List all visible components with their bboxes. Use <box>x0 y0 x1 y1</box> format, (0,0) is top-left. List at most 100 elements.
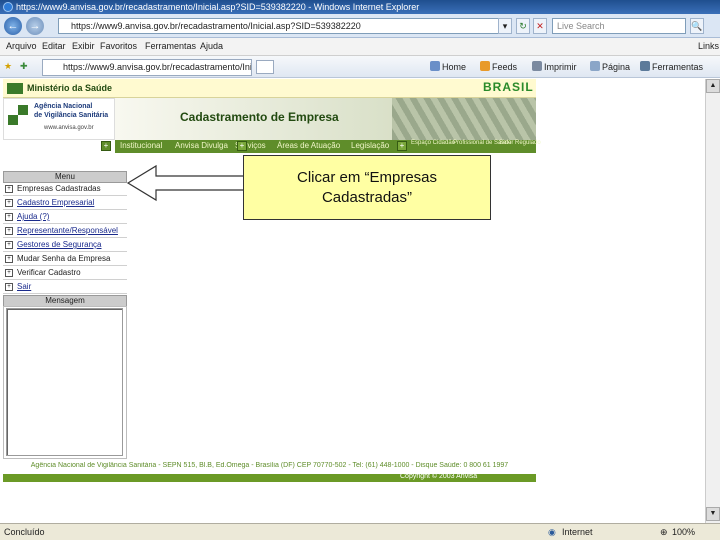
feeds-label: Feeds <box>492 62 518 72</box>
menu-bullet-icon: + <box>5 199 13 207</box>
anvisa-logo[interactable]: Agência Nacional de Vigilância Sanitária… <box>3 98 115 140</box>
browser-tab[interactable]: https://www9.anvisa.gov.br/recadastramen… <box>42 59 252 76</box>
scroll-up-icon[interactable]: ▲ <box>706 79 720 93</box>
menu-item-empresas-cadastradas[interactable]: + Empresas Cadastradas <box>3 183 127 196</box>
ministry-title: Ministério da Saúde <box>27 83 113 93</box>
status-bar: Concluído ◉ Internet ⊕ 100% <box>0 523 720 540</box>
tools-menu-button[interactable]: Ferramentas <box>640 61 703 72</box>
print-button[interactable]: Imprimir <box>532 61 577 72</box>
address-toolbar: ← → https://www9.anvisa.gov.br/recadastr… <box>0 14 720 38</box>
tab-title: https://www9.anvisa.gov.br/recadastramen… <box>63 62 252 72</box>
menu-favoritos[interactable]: Favoritos <box>100 41 137 51</box>
instruction-callout: Clicar em “Empresas Cadastradas” <box>243 155 491 220</box>
internet-explorer-icon <box>3 2 13 12</box>
home-icon <box>430 61 440 71</box>
menu-bullet-icon: + <box>5 241 13 249</box>
favorites-star-icon[interactable]: ★ <box>4 61 12 72</box>
address-input[interactable]: https://www9.anvisa.gov.br/recadastramen… <box>58 18 508 34</box>
ministry-header: Ministério da Saúde BRASIL <box>3 79 536 98</box>
printer-icon <box>532 61 542 71</box>
brasil-logo: BRASIL <box>483 80 534 94</box>
nav-legislacao[interactable]: Legislação <box>351 141 389 150</box>
refresh-button[interactable]: ↻ <box>516 18 530 34</box>
menu-item-label: Empresas Cadastradas <box>17 184 101 193</box>
menu-bullet-icon: + <box>5 227 13 235</box>
status-text: Concluído <box>4 527 45 537</box>
banner-title: Cadastramento de Empresa <box>180 110 339 124</box>
anvisa-cross-icon <box>8 105 28 125</box>
tools-label: Ferramentas <box>652 62 704 72</box>
menu-exibir[interactable]: Exibir <box>72 41 95 51</box>
feeds-button[interactable]: Feeds <box>480 61 517 72</box>
copyright: Copyright © 2003 Anvisa <box>400 473 478 480</box>
nav-areas-atuacao[interactable]: Áreas de Atuação <box>277 141 340 150</box>
page-label: Página <box>602 62 631 72</box>
menu-ajuda[interactable]: Ajuda <box>200 41 223 51</box>
top-navigation: Institucional Anvisa Divulga Serviços Ár… <box>115 140 541 153</box>
nav-anvisa-divulga[interactable]: Anvisa Divulga <box>175 141 228 150</box>
menu-bullet-icon: + <box>5 283 13 291</box>
menu-bullet-icon: + <box>5 213 13 221</box>
stop-button[interactable]: ✕ <box>533 18 547 34</box>
callout-line2: Cadastradas” <box>321 189 413 206</box>
print-label: Imprimir <box>544 62 577 72</box>
scroll-down-icon[interactable]: ▼ <box>706 507 720 521</box>
menu-item-label: Mudar Senha da Empresa <box>17 254 111 263</box>
menu-item-label[interactable]: Sair <box>17 282 31 291</box>
search-icon[interactable]: 🔍 <box>690 18 704 34</box>
menu-item-label: Verificar Cadastro <box>17 268 81 277</box>
menu-title: Menu <box>3 171 127 183</box>
ministry-emblem-icon <box>7 83 23 94</box>
forward-button[interactable]: → <box>26 17 44 35</box>
callout-line1: Clicar em “Empresas <box>296 169 438 186</box>
expand-icon[interactable]: + <box>101 141 111 151</box>
link-profissional-saude[interactable]: Profissional de Saúde <box>453 140 511 146</box>
menu-item-label[interactable]: Cadastro Empresarial <box>17 198 94 207</box>
menu-item-representante[interactable]: + Representante/Responsável <box>3 225 127 238</box>
menu-ferramentas[interactable]: Ferramentas <box>145 41 196 51</box>
home-label: Home <box>442 62 467 72</box>
zoom-icon[interactable]: ⊕ <box>660 527 668 538</box>
menu-bar: Arquivo Editar Exibir Favoritos Ferramen… <box>0 38 720 56</box>
menu-bullet-icon: + <box>5 185 13 193</box>
menu-item-label[interactable]: Ajuda (?) <box>17 212 49 221</box>
menu-item-cadastro-empresarial[interactable]: + Cadastro Empresarial <box>3 197 127 210</box>
menu-editar[interactable]: Editar <box>42 41 66 51</box>
back-button[interactable]: ← <box>4 17 22 35</box>
expand-icon[interactable]: + <box>397 141 407 151</box>
banner: Cadastramento de Empresa <box>115 98 392 140</box>
menu-item-gestores-seguranca[interactable]: + Gestores de Segurança <box>3 239 127 252</box>
home-button[interactable]: Home <box>430 61 466 72</box>
vertical-scrollbar[interactable] <box>705 79 720 523</box>
window-title: https://www9.anvisa.gov.br/recadastramen… <box>16 2 420 12</box>
menu-item-verificar-cadastro[interactable]: + Verificar Cadastro <box>3 267 127 280</box>
menu-arquivo[interactable]: Arquivo <box>6 41 37 51</box>
banner-keyboard-image <box>392 98 536 140</box>
window-title-bar: https://www9.anvisa.gov.br/recadastramen… <box>0 0 720 14</box>
link-setor-regulado[interactable]: Setor Regulado <box>499 140 541 146</box>
zone-label: Internet <box>562 527 593 537</box>
menu-item-ajuda[interactable]: + Ajuda (?) <box>3 211 127 224</box>
menu-item-mudar-senha[interactable]: + Mudar Senha da Empresa <box>3 253 127 266</box>
internet-zone-icon: ◉ <box>548 527 556 537</box>
agency-name-line2: de Vigilância Sanitária <box>34 112 109 119</box>
command-bar: ★ ✚ https://www9.anvisa.gov.br/recadastr… <box>0 56 720 78</box>
rss-icon <box>480 61 490 71</box>
expand-icon[interactable]: + <box>237 141 247 151</box>
links-label[interactable]: Links <box>698 41 719 51</box>
menu-item-label[interactable]: Representante/Responsável <box>17 226 118 235</box>
menu-item-sair[interactable]: + Sair <box>3 281 127 294</box>
search-input[interactable]: Live Search <box>552 18 686 34</box>
zoom-level[interactable]: 100% <box>672 527 695 537</box>
add-favorites-icon[interactable]: ✚ <box>20 61 28 72</box>
menu-panel: Menu + Empresas Cadastradas + Cadastro Emp… <box>3 168 127 294</box>
menu-bullet-icon: + <box>5 255 13 263</box>
nav-institucional[interactable]: Institucional <box>120 141 162 150</box>
address-dropdown-button[interactable]: ▾ <box>498 18 512 34</box>
menu-item-label[interactable]: Gestores de Segurança <box>17 240 102 249</box>
page-menu-button[interactable]: Página <box>590 61 630 72</box>
message-textarea[interactable] <box>6 308 123 456</box>
link-espaco-cidadao[interactable]: Espaço Cidadão <box>411 140 455 146</box>
new-tab-button[interactable] <box>256 60 274 74</box>
agency-url: www.anvisa.gov.br <box>44 125 94 131</box>
